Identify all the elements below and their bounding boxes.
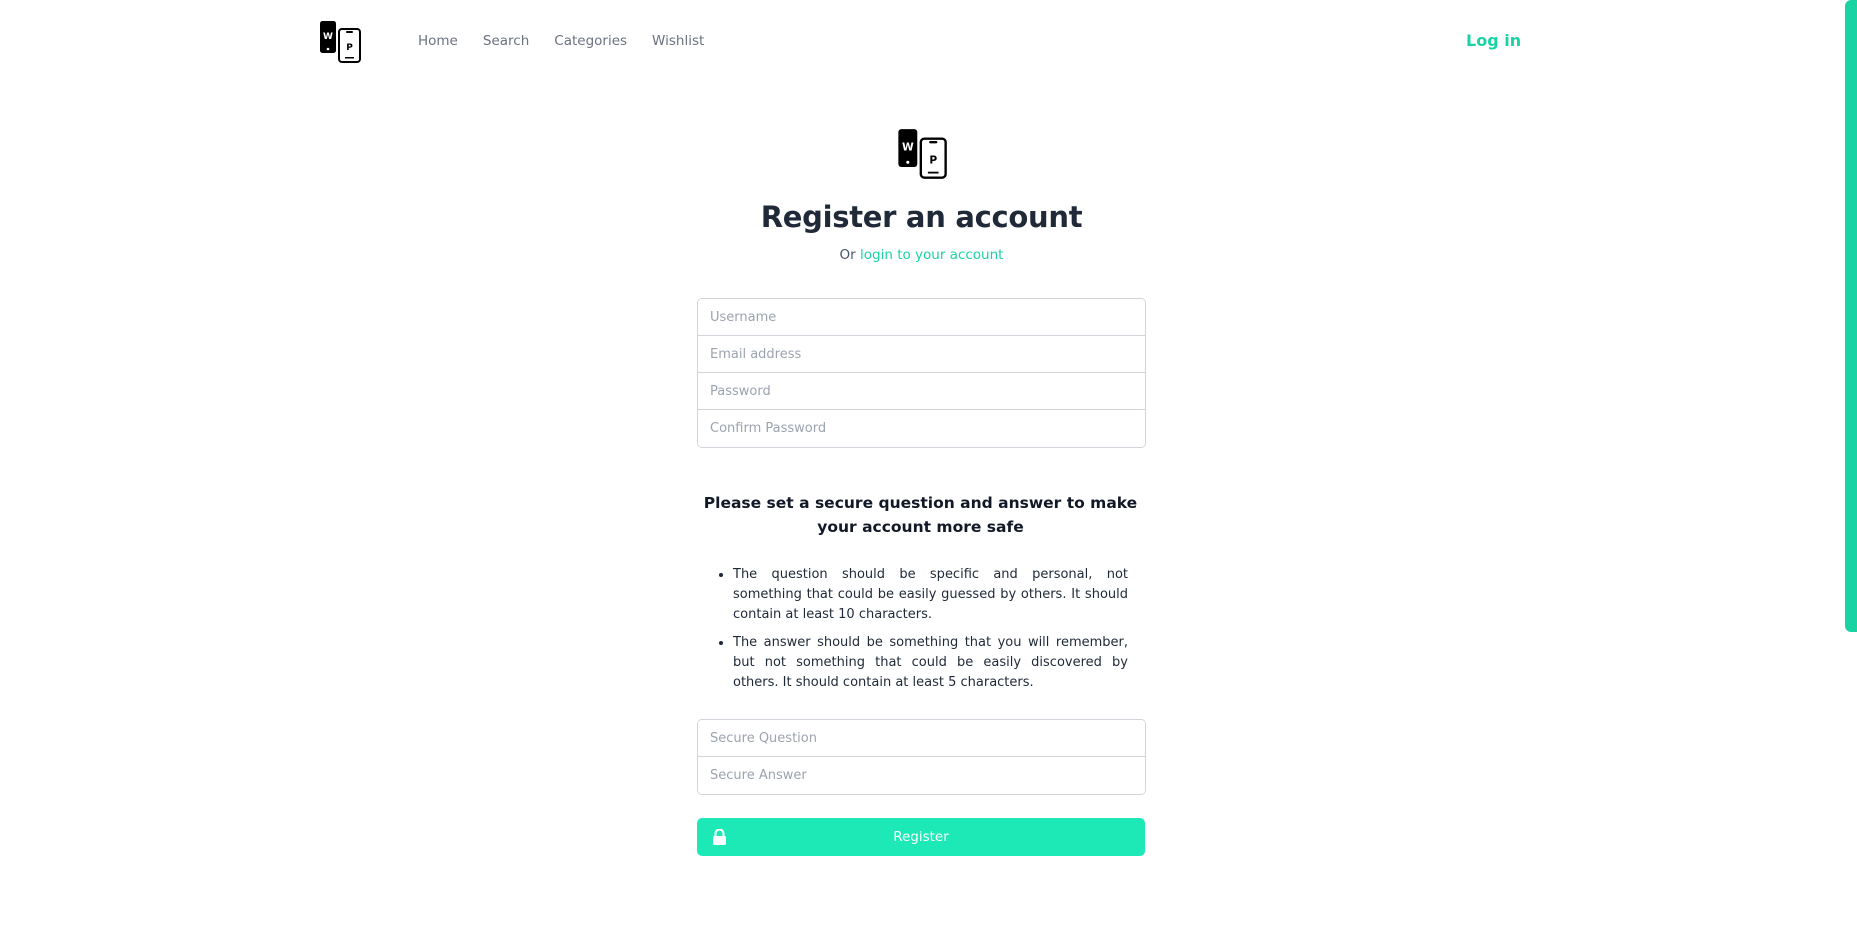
password-input[interactable] [698, 373, 1145, 410]
nav-link-wishlist[interactable]: Wishlist [652, 33, 704, 49]
page-title: Register an account [760, 200, 1083, 234]
svg-text:W: W [323, 32, 333, 42]
nav-link-categories[interactable]: Categories [554, 33, 627, 49]
navbar: W P Home Search Categories Wishlist Log … [0, 0, 1845, 85]
phone-logo-icon: W P [898, 129, 947, 179]
nav-link-home[interactable]: Home [418, 33, 458, 49]
page-subtitle: Or login to your account [0, 247, 1843, 263]
register-label: Register [893, 829, 949, 845]
confirm-password-input[interactable] [698, 410, 1145, 447]
nav-link-search[interactable]: Search [483, 33, 529, 49]
security-fields [697, 719, 1146, 795]
email-input[interactable] [698, 336, 1145, 373]
subtitle-prefix: Or [839, 247, 856, 263]
answer-rule: The answer should be something that you … [733, 633, 1128, 693]
register-button[interactable]: Register [697, 818, 1145, 856]
secure-question-input[interactable] [698, 720, 1145, 757]
security-rules: The question should be specific and pers… [715, 565, 1128, 701]
login-link[interactable]: Log in [1466, 31, 1521, 50]
main-nav: Home Search Categories Wishlist [418, 33, 704, 49]
lock-icon [713, 829, 726, 845]
security-notice: Please set a secure question and answer … [703, 494, 1138, 536]
username-input[interactable] [698, 299, 1145, 336]
login-to-account-link[interactable]: login to your account [860, 247, 1003, 263]
svg-text:P: P [929, 153, 937, 166]
account-fields [697, 298, 1146, 448]
secure-answer-input[interactable] [698, 757, 1145, 794]
phone-logo-icon[interactable]: W P [318, 20, 362, 64]
svg-text:W: W [902, 140, 914, 153]
question-rule: The question should be specific and pers… [733, 565, 1128, 625]
scrollbar-thumb[interactable] [1845, 0, 1857, 632]
svg-text:P: P [346, 43, 353, 53]
